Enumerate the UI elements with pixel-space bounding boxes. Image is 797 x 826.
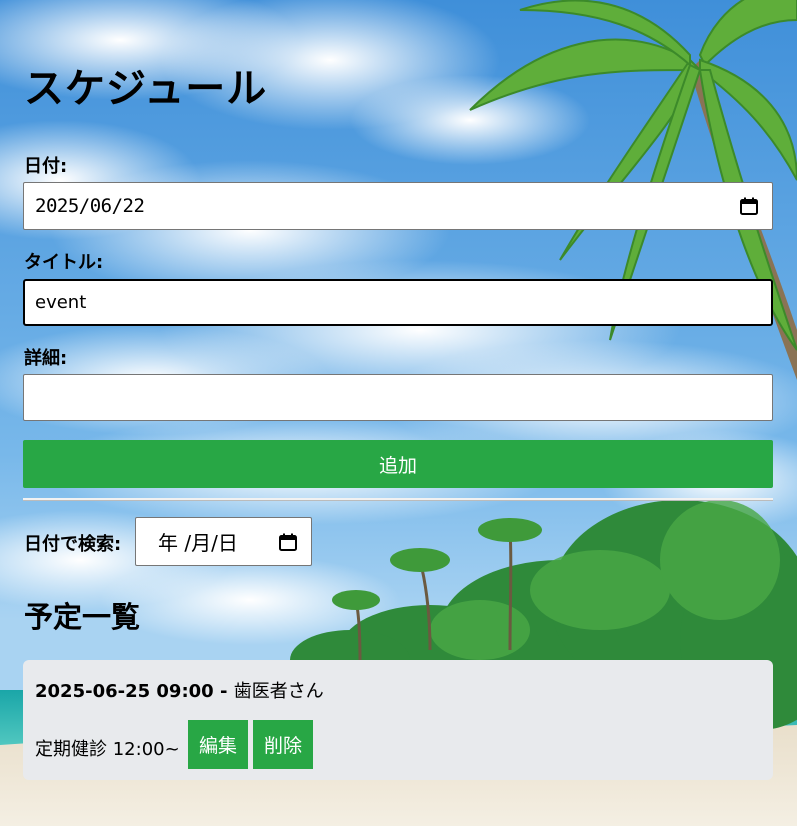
calendar-icon[interactable] [740,197,758,215]
event-list-title: 予定一覧 [24,600,141,634]
search-date-placeholder: 年 /月/日 [158,531,238,555]
event-detail: 定期健診 12:00~ [35,739,180,760]
delete-button[interactable]: 削除 [253,720,313,769]
detail-input[interactable] [23,374,773,421]
divider [23,498,773,500]
title-label: タイトル: [24,252,104,273]
date-input-value: 2025/06/22 [35,195,145,217]
search-date-input[interactable]: 年 /月/日 [135,517,312,566]
title-input-value: event [35,292,87,313]
edit-button[interactable]: 編集 [188,720,248,769]
event-separator: - [213,681,234,702]
event-title: 歯医者さん [233,681,324,702]
add-button[interactable]: 追加 [23,440,773,488]
page-title: スケジュール [24,66,268,112]
calendar-icon[interactable] [279,533,297,551]
date-label: 日付: [24,156,68,177]
event-datetime: 2025-06-25 09:00 [35,681,214,702]
detail-label: 詳細: [24,348,68,369]
event-heading: 2025-06-25 09:00 - 歯医者さん [35,677,324,703]
event-card: 2025-06-25 09:00 - 歯医者さん 定期健診 12:00~ 編集 … [23,660,773,780]
date-input[interactable]: 2025/06/22 [23,182,773,230]
title-input[interactable]: event [23,279,773,326]
schedule-app: スケジュール 日付: 2025/06/22 タイトル: event 詳細: 追加… [0,0,797,826]
search-date-label: 日付で検索: [24,534,122,555]
